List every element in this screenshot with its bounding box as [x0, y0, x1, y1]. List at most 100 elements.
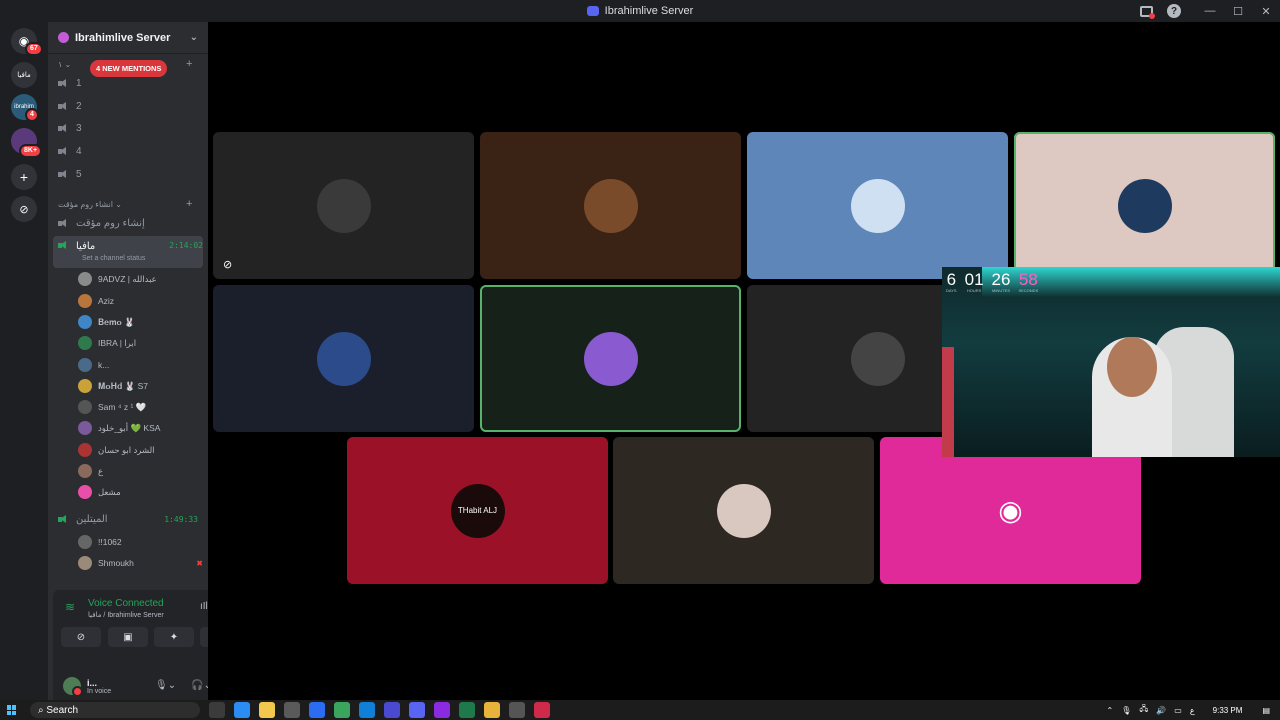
video-tile[interactable]: THabit ALJ [347, 437, 608, 584]
app-icon[interactable] [384, 702, 400, 718]
voice-channel-5[interactable]: 5 [58, 164, 198, 184]
add-channel-icon[interactable]: + [186, 198, 192, 210]
voice-channel-4[interactable]: 4 [58, 141, 198, 161]
network-icon[interactable]: 🖧 [1139, 703, 1148, 717]
discord-taskbar-icon[interactable] [409, 702, 425, 718]
app-icon[interactable] [309, 702, 325, 718]
voice-member[interactable]: مشعل [78, 482, 203, 502]
video-tile[interactable] [613, 437, 874, 584]
voice-member[interactable]: 𝐁𝐞𝐦𝐨 🐰 [78, 312, 203, 332]
channel-status[interactable]: Set a channel status [82, 255, 145, 262]
file-explorer-icon[interactable] [259, 702, 275, 718]
avatar [78, 358, 92, 372]
user-avatar[interactable] [63, 677, 83, 697]
voice-channel-2[interactable]: 2 [58, 96, 198, 116]
app-icon[interactable] [434, 702, 450, 718]
mic-icon[interactable]: 🎙 [1121, 706, 1131, 715]
video-tile[interactable]: ◉ [880, 437, 1141, 584]
add-server-button[interactable]: + [11, 164, 37, 190]
video-tile[interactable] [213, 285, 474, 432]
category-temp[interactable]: انشاء روم مؤقت ⌄ [58, 200, 122, 209]
chrome-icon[interactable] [484, 702, 500, 718]
task-view-icon[interactable] [209, 702, 225, 718]
voice-member[interactable]: Shmoukh ✖ [78, 553, 203, 573]
help-button[interactable]: ? [1160, 0, 1188, 22]
keyboard-language[interactable]: ع [1190, 706, 1195, 715]
app-icon[interactable] [459, 702, 475, 718]
video-tile[interactable]: ⊘ [213, 132, 474, 279]
video-tile[interactable] [480, 132, 741, 279]
voice-member[interactable]: Sam ⁴ z ¹ 🤍 [78, 397, 203, 417]
speaker-icon [58, 101, 68, 111]
voice-connected-subtitle[interactable]: مافيا / Ibrahimlive Server [88, 611, 164, 619]
maximize-button[interactable]: ☐ [1224, 0, 1252, 22]
activities-button[interactable]: ✦ [154, 627, 194, 647]
voice-member[interactable]: Aziz [78, 291, 203, 311]
video-tile[interactable] [747, 132, 1008, 279]
voice-member[interactable]: 9ADVZ | عبدالله [78, 269, 203, 289]
minimize-button[interactable]: — [1196, 0, 1224, 22]
countdown-hours: 01 HOURS [964, 270, 984, 293]
voice-member[interactable]: IBRA | ابرا [78, 333, 203, 353]
app-icon[interactable] [534, 702, 550, 718]
voice-member[interactable]: 𝐌𝐨𝐇𝐝 🐰 S7 [78, 376, 203, 396]
add-channel-icon[interactable]: + [186, 58, 192, 70]
user-name: i... [87, 677, 98, 688]
avatar [78, 379, 92, 393]
server-folder[interactable]: 8K+ [11, 128, 43, 158]
voice-channel-second[interactable]: الميتلين 1:49:33 [58, 509, 198, 529]
voice-member[interactable]: ع [78, 461, 203, 481]
screen-share-button[interactable]: ▣ [108, 627, 148, 647]
video-tile[interactable] [1014, 132, 1275, 279]
clock[interactable]: 9:33 PM [1213, 706, 1243, 715]
volume-icon[interactable]: 🔊 [1156, 706, 1166, 715]
server-ibrahimlive[interactable]: ibrahim 4 [11, 94, 39, 122]
voice-member[interactable]: !!1062 [78, 532, 203, 552]
taskbar-search[interactable]: ⌕ Search [30, 702, 200, 718]
speaker-icon [58, 78, 68, 88]
camera-button[interactable]: ⊘ [61, 627, 101, 647]
voice-channel-3[interactable]: 3 [58, 118, 198, 138]
inbox-button[interactable] [1132, 0, 1160, 22]
app-icon[interactable] [284, 702, 300, 718]
app-icon[interactable] [509, 702, 525, 718]
edge-icon[interactable] [359, 702, 375, 718]
server2-badge: 8K+ [19, 144, 43, 158]
close-button[interactable]: ✕ [1252, 0, 1280, 22]
battery-icon[interactable]: ▭ [1174, 706, 1182, 715]
category-1[interactable]: ١ ⌄ [58, 60, 71, 69]
start-button[interactable] [7, 705, 17, 715]
avatar: THabit ALJ [450, 483, 505, 538]
server-header[interactable]: Ibrahimlive Server ⌄ [48, 22, 208, 54]
voice-channel-temp[interactable]: إنشاء روم مؤقت [58, 213, 198, 233]
server-badge: 4 [25, 108, 39, 122]
discover-button[interactable]: ⊘ [11, 196, 37, 222]
copilot-icon[interactable] [234, 702, 250, 718]
avatar [78, 464, 92, 478]
app-icon[interactable] [334, 702, 350, 718]
avatar [78, 400, 92, 414]
microphone-icon[interactable]: 🎙⌄ [155, 680, 176, 691]
avatar [78, 421, 92, 435]
voice-channel-active[interactable]: مافيا 2:14:02 Set a channel status [53, 236, 203, 268]
avatar [78, 535, 92, 549]
voice-member[interactable]: أبو_خلود 💚 KSA [78, 418, 203, 438]
mic-muted-icon: ✖ [196, 558, 203, 568]
server-rail: ◉ 67 مافيا ibrahim 4 8K+ + ⊘ [0, 22, 48, 700]
avatar [583, 178, 638, 233]
member-name: Sam ⁴ z ¹ 🤍 [98, 401, 147, 412]
avatar [78, 336, 92, 350]
signal-icon[interactable]: ≋ [65, 600, 79, 614]
member-name: 𝐁𝐞𝐦𝐨 🐰 [98, 316, 135, 327]
video-tile[interactable] [480, 285, 741, 432]
voice-member[interactable]: الشرد ابو حسان [78, 440, 203, 460]
chevron-up-icon[interactable]: ⌃ [1107, 706, 1114, 715]
voice-member[interactable]: k... [78, 355, 203, 375]
server-mafia[interactable]: مافيا [11, 62, 37, 88]
voice-channel-1[interactable]: 1 [58, 73, 198, 93]
speaker-icon [58, 146, 68, 156]
search-icon: ⌕ [38, 704, 47, 716]
home-button[interactable]: ◉ 67 [11, 28, 43, 56]
notifications-icon[interactable]: ▤ [1262, 706, 1270, 715]
chevron-down-icon: ⌄ [189, 32, 198, 43]
